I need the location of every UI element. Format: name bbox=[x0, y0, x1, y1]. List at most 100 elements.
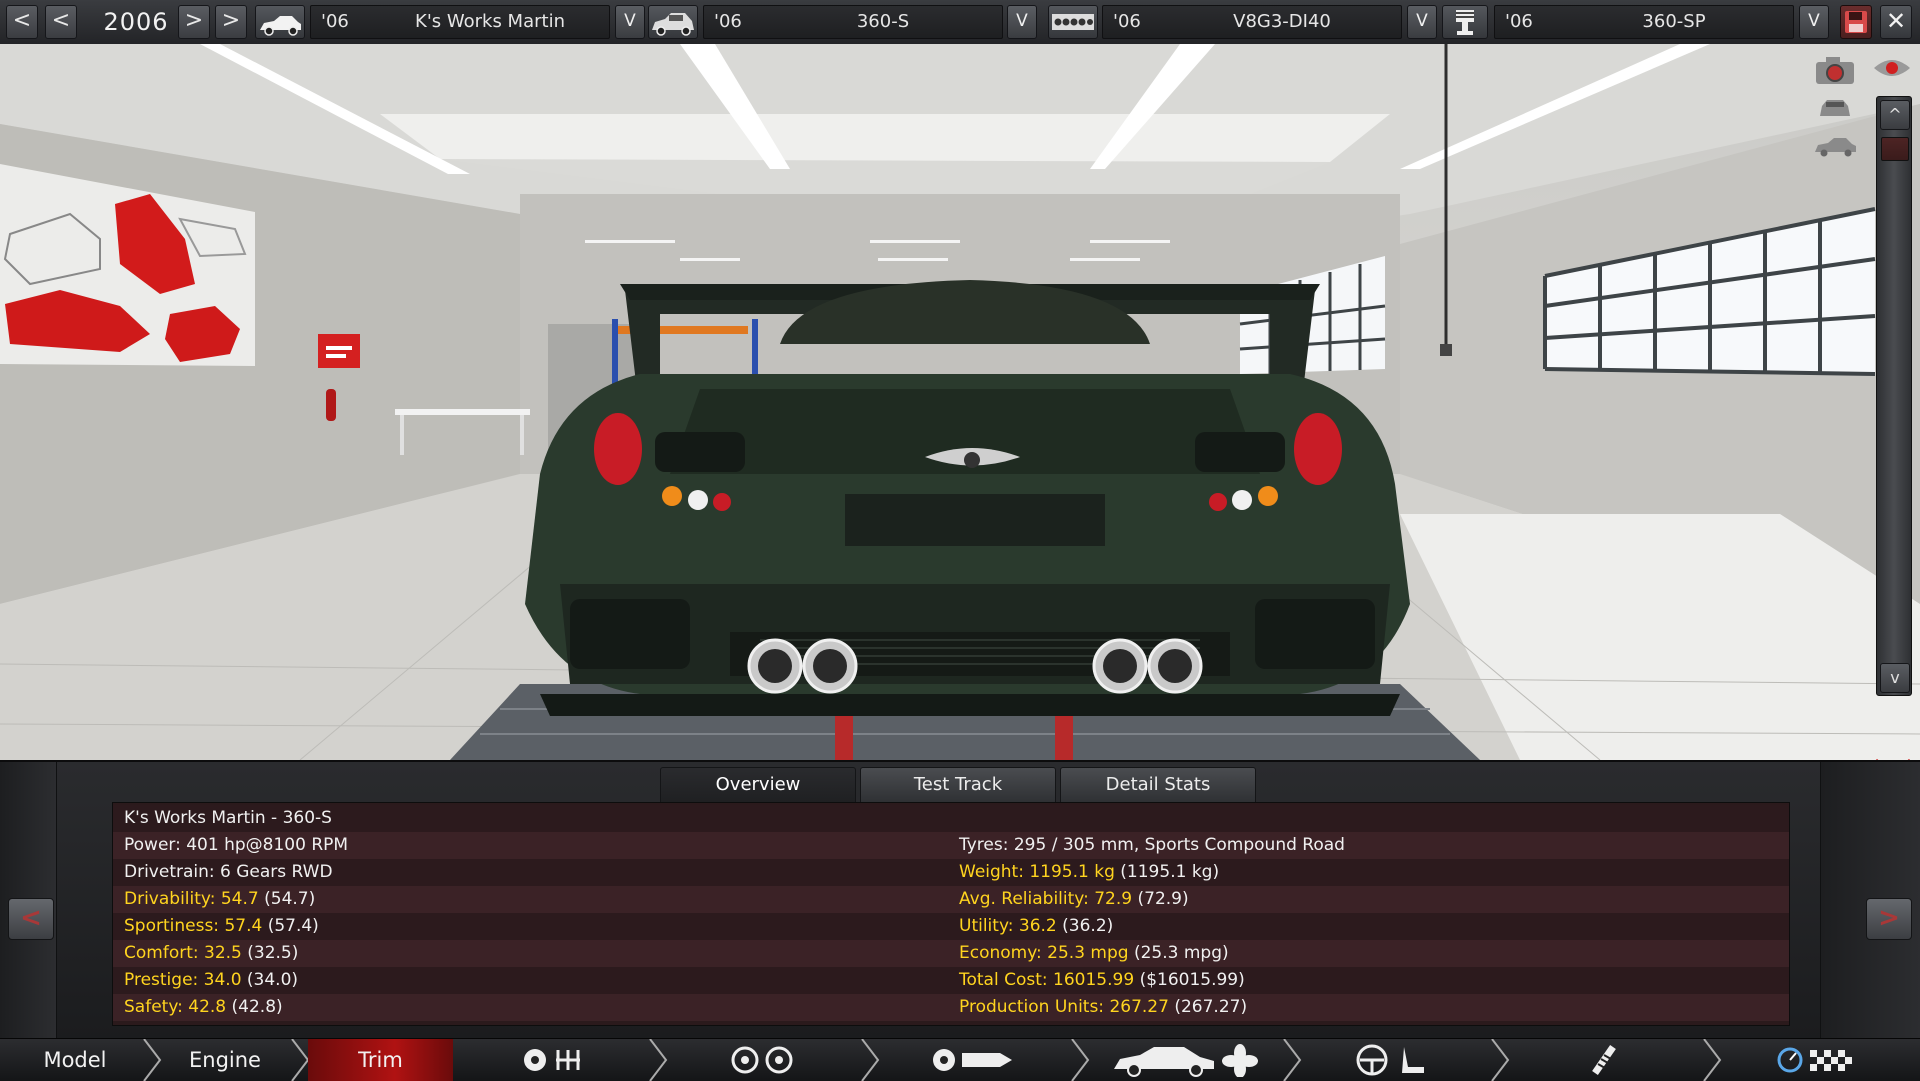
right-stat-label: Total Cost: 16015.99 bbox=[959, 970, 1135, 990]
car-side-icon[interactable] bbox=[1812, 132, 1858, 160]
model-icon[interactable] bbox=[255, 5, 305, 39]
close-button[interactable]: ✕ bbox=[1880, 5, 1912, 39]
view-scrollbar[interactable]: ^ v bbox=[1876, 96, 1912, 696]
right-stat-label: Tyres: 295 / 305 mm, Sports Compound Roa… bbox=[959, 835, 1345, 855]
gearbox-icon[interactable] bbox=[520, 1043, 590, 1077]
garage-scene bbox=[0, 44, 1920, 760]
chassis-icon[interactable] bbox=[930, 1043, 1015, 1077]
prev-car-button[interactable]: < bbox=[8, 898, 54, 940]
left-stat-value-paren: (34.0) bbox=[246, 970, 299, 990]
nav-model[interactable]: Model bbox=[0, 1039, 150, 1081]
stats-title-row: K's Works Martin - 360-S bbox=[113, 805, 1789, 832]
right-stat-label: Avg. Reliability: 72.9 bbox=[959, 889, 1133, 909]
left-stat-label: Safety: 42.8 bbox=[124, 997, 227, 1017]
top-toolbar: < < 2006 > > '06 K's Works Martin V '06 … bbox=[0, 0, 1920, 45]
stats-row: Safety: 42.8 (42.8) Production Units: 267… bbox=[113, 994, 1789, 1021]
right-stat: Total Cost: 16015.99 ($16015.99) bbox=[959, 967, 1245, 994]
chevron-right-icon bbox=[1071, 1039, 1090, 1081]
model-year: '06 bbox=[321, 11, 349, 32]
right-stat: Production Units: 267.27 (267.27) bbox=[959, 994, 1247, 1021]
right-stat-label: Production Units: 267.27 bbox=[959, 997, 1169, 1017]
nav-trim[interactable]: Trim bbox=[308, 1039, 453, 1081]
left-stat: Safety: 42.8 (42.8) bbox=[124, 994, 283, 1021]
right-stat-value-paren: (72.9) bbox=[1137, 889, 1189, 909]
left-stat-label: Comfort: 32.5 bbox=[124, 943, 242, 963]
right-stat: Tyres: 295 / 305 mm, Sports Compound Roa… bbox=[959, 832, 1345, 859]
right-stat-value-paren: (267.27) bbox=[1174, 997, 1248, 1017]
trim-year: '06 bbox=[714, 11, 742, 32]
left-stat: Sportiness: 57.4 (57.4) bbox=[124, 913, 319, 940]
left-stat: Comfort: 32.5 (32.5) bbox=[124, 940, 298, 967]
left-stat-value-paren: (42.8) bbox=[231, 997, 283, 1017]
trim-icon[interactable] bbox=[648, 5, 698, 39]
right-stat-label: Weight: 1195.1 kg bbox=[959, 862, 1115, 882]
right-stat: Economy: 25.3 mpg (25.3 mpg) bbox=[959, 940, 1229, 967]
next-year-button[interactable]: > bbox=[178, 5, 210, 39]
piston-icon[interactable] bbox=[1442, 5, 1488, 39]
engine-variant-dropdown-button[interactable]: V bbox=[1799, 5, 1829, 39]
tab-overview[interactable]: Overview bbox=[660, 767, 856, 803]
interior-icon[interactable] bbox=[1352, 1043, 1432, 1077]
chevron-right-icon bbox=[649, 1039, 668, 1081]
engine-selector[interactable]: '06 V8G3-DI40 bbox=[1102, 5, 1402, 39]
nav-engine[interactable]: Engine bbox=[160, 1039, 290, 1081]
year-display: 2006 bbox=[103, 8, 169, 36]
stats-row: Sportiness: 57.4 (57.4) Utility: 36.2 (36… bbox=[113, 913, 1789, 940]
right-stat-label: Utility: 36.2 bbox=[959, 916, 1057, 936]
camera-icon[interactable] bbox=[1812, 54, 1858, 84]
left-stat-label: Power: 401 hp@8100 RPM bbox=[124, 835, 349, 855]
chevron-right-icon bbox=[1703, 1039, 1722, 1081]
stats-row: Prestige: 34.0 (34.0) Total Cost: 16015.9… bbox=[113, 967, 1789, 994]
chevron-right-icon bbox=[861, 1039, 880, 1081]
right-stat: Weight: 1195.1 kg (1195.1 kg) bbox=[959, 859, 1219, 886]
car-front-icon[interactable] bbox=[1812, 94, 1858, 122]
scroll-up-button[interactable]: ^ bbox=[1880, 100, 1910, 130]
save-icon[interactable] bbox=[1840, 5, 1872, 39]
left-stat-label: Prestige: 34.0 bbox=[124, 970, 242, 990]
chevron-right-icon bbox=[1283, 1039, 1302, 1081]
car-title: K's Works Martin - 360-S bbox=[124, 808, 332, 828]
right-stat-value-paren: (25.3 mpg) bbox=[1133, 943, 1229, 963]
engine-name: V8G3-DI40 bbox=[1233, 11, 1331, 32]
chevron-right-icon bbox=[1491, 1039, 1510, 1081]
stats-row: Power: 401 hp@8100 RPM Tyres: 295 / 305 m… bbox=[113, 832, 1789, 859]
engine-variant-selector[interactable]: '06 360-SP bbox=[1494, 5, 1794, 39]
scroll-thumb[interactable] bbox=[1881, 137, 1909, 161]
tab-test-track[interactable]: Test Track bbox=[860, 767, 1056, 803]
left-stat-label: Sportiness: 57.4 bbox=[124, 916, 263, 936]
stats-panel: Overview Test Track Detail Stats < > K's… bbox=[0, 760, 1920, 1040]
trim-dropdown-button[interactable]: V bbox=[1007, 5, 1037, 39]
wheels-icon[interactable] bbox=[728, 1043, 798, 1077]
right-stat-value-paren: (36.2) bbox=[1062, 916, 1114, 936]
eye-icon[interactable] bbox=[1872, 54, 1912, 82]
right-stat: Avg. Reliability: 72.9 (72.9) bbox=[959, 886, 1189, 913]
model-name: K's Works Martin bbox=[415, 11, 565, 32]
prev-year-button[interactable]: < bbox=[45, 5, 77, 39]
next-decade-button[interactable]: > bbox=[215, 5, 247, 39]
car-3d-viewport[interactable]: ^ v bbox=[0, 44, 1920, 760]
trim-name: 360-S bbox=[856, 11, 910, 32]
model-dropdown-button[interactable]: V bbox=[615, 5, 645, 39]
scroll-down-button[interactable]: v bbox=[1880, 663, 1910, 693]
suspension-icon[interactable] bbox=[1585, 1043, 1625, 1077]
trim-selector[interactable]: '06 360-S bbox=[703, 5, 1003, 39]
prev-decade-button[interactable]: < bbox=[6, 5, 38, 39]
right-stat-label: Economy: 25.3 mpg bbox=[959, 943, 1129, 963]
next-car-button[interactable]: > bbox=[1866, 898, 1912, 940]
right-stat-value-paren: ($16015.99) bbox=[1139, 970, 1245, 990]
left-stat-label: Drivability: 54.7 bbox=[124, 889, 259, 909]
left-stat: Drivetrain: 6 Gears RWD bbox=[124, 859, 333, 886]
model-selector[interactable]: '06 K's Works Martin bbox=[310, 5, 610, 39]
test-drive-icon[interactable] bbox=[1776, 1043, 1856, 1077]
right-stat-value-paren: (1195.1 kg) bbox=[1120, 862, 1220, 882]
body-fan-icon[interactable] bbox=[1110, 1043, 1260, 1078]
design-navbar: Model Engine Trim bbox=[0, 1038, 1920, 1081]
engine-variant-name: 360-SP bbox=[1642, 11, 1706, 32]
tab-detail-stats[interactable]: Detail Stats bbox=[1060, 767, 1256, 803]
overview-stats: K's Works Martin - 360-S Power: 401 hp@8… bbox=[112, 802, 1790, 1026]
engine-block-icon[interactable] bbox=[1048, 5, 1098, 39]
left-stat-value-paren: (57.4) bbox=[267, 916, 319, 936]
engine-dropdown-button[interactable]: V bbox=[1407, 5, 1437, 39]
left-stat-value-paren: (54.7) bbox=[264, 889, 316, 909]
left-stat-value-paren: (32.5) bbox=[247, 943, 299, 963]
